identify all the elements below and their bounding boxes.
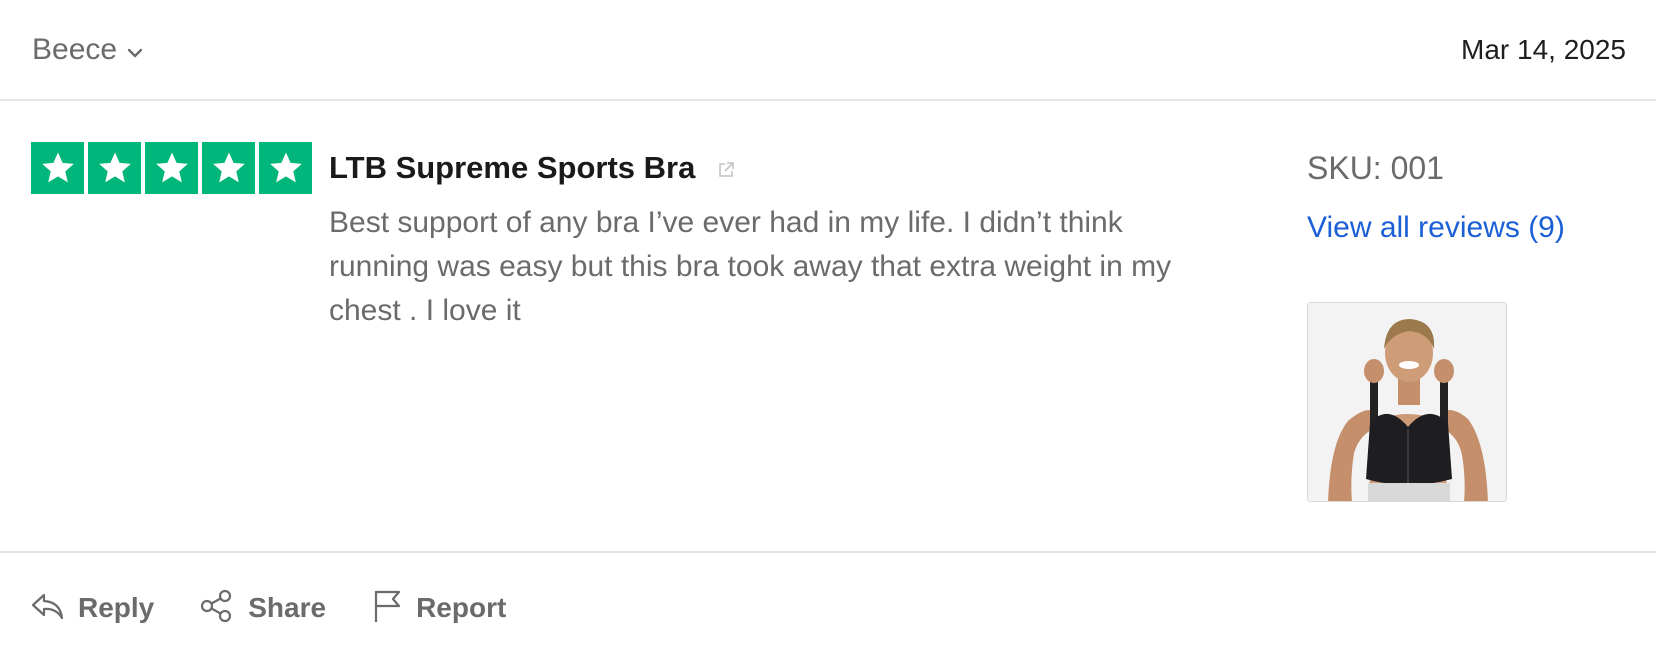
star-icon (259, 142, 312, 194)
reply-label: Reply (78, 592, 155, 623)
star-icon (145, 142, 198, 194)
reply-button[interactable]: Reply (30, 588, 154, 628)
star-icon (88, 142, 141, 194)
product-title[interactable]: LTB Supreme Sports Bra (329, 146, 695, 190)
reviewer-dropdown[interactable]: Beece (32, 30, 143, 70)
review-date: Mar 14, 2025 (1461, 34, 1626, 65)
divider (0, 551, 1656, 553)
product-sku: SKU: 001 (1307, 150, 1444, 186)
report-label: Report (416, 592, 507, 623)
view-all-reviews-link[interactable]: View all reviews (9) (1307, 206, 1565, 250)
star-rating (31, 142, 312, 194)
star-icon (202, 142, 255, 194)
product-thumbnail[interactable] (1307, 302, 1507, 502)
product-title-row: LTB Supreme Sports Bra (329, 146, 735, 190)
external-link-icon[interactable] (717, 161, 735, 179)
review-header: Beece Mar 14, 2025 (0, 0, 1656, 101)
star-icon (31, 142, 84, 194)
review-body: Best support of any bra I’ve ever had in… (329, 206, 1172, 327)
reviewer-name: Beece (32, 33, 118, 66)
product-photo (1308, 303, 1506, 501)
review-actions: Reply Share Report (30, 588, 552, 628)
share-icon (200, 589, 234, 628)
report-button[interactable]: Report (372, 588, 506, 628)
flag-icon (372, 589, 402, 628)
share-button[interactable]: Share (200, 588, 326, 628)
chevron-down-icon (127, 47, 143, 59)
share-label: Share (248, 592, 327, 623)
reply-icon (30, 591, 64, 626)
